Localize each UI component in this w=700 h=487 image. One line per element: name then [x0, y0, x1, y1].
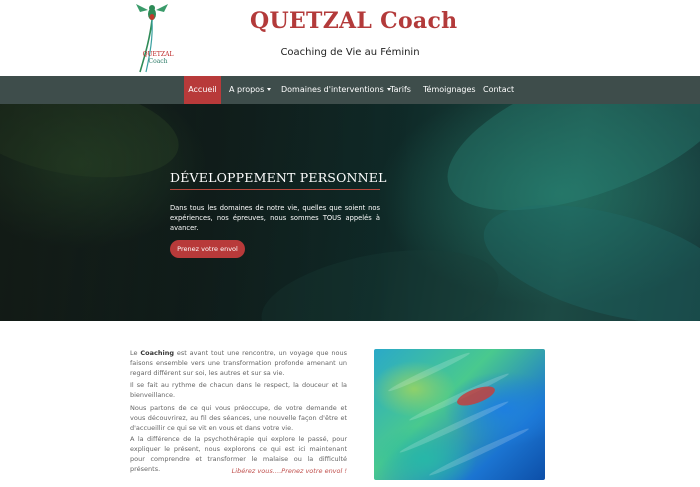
intro-p1-prefix: Le [130, 349, 141, 357]
nav-item-tarifs[interactable]: Tarifs [389, 76, 412, 104]
site-tagline: Coaching de Vie au Féminin [280, 47, 420, 58]
nav-item-a-propos[interactable]: A propos [229, 76, 272, 104]
intro-paragraph-1: Le Coaching est avant tout une rencontre… [130, 348, 347, 378]
closing-quote: Libérez vous….Prenez votre envol ! [231, 467, 347, 475]
prenez-votre-envol-button[interactable]: Prenez votre envol [170, 240, 245, 258]
feather-photo [374, 349, 545, 480]
nav-item-label: Domaines d'interventions [281, 85, 384, 94]
main-nav: Accueil A propos Domaines d'intervention… [0, 76, 700, 104]
nav-item-label: Accueil [188, 85, 217, 94]
logo-text: QUETZAL Coach [140, 51, 176, 65]
nav-item-accueil[interactable]: Accueil [184, 76, 221, 104]
nav-item-label: Témoignages [423, 85, 476, 94]
nav-item-label: Tarifs [390, 85, 411, 94]
intro-paragraph-3: Nous partons de ce qui vous préoccupe, d… [130, 404, 347, 432]
nav-item-label: Contact [483, 85, 515, 94]
logo-line-2: Coach [148, 58, 168, 65]
nav-item-temoignages[interactable]: Témoignages [423, 76, 476, 104]
feather-barb [386, 350, 472, 394]
logo-line-1: QUETZAL [142, 51, 174, 58]
hero-text: Dans tous les domaines de notre vie, que… [170, 204, 380, 232]
intro-paragraph-2: Il se fait au rythme de chacun dans le r… [130, 381, 347, 399]
coaching-keyword: Coaching [140, 349, 174, 357]
hero-title: DÉVELOPPEMENT PERSONNEL [170, 170, 387, 185]
hero-divider [170, 189, 380, 190]
intro-section: Le Coaching est avant tout une rencontre… [0, 321, 700, 487]
nav-item-contact[interactable]: Contact [483, 76, 515, 104]
hero-banner: DÉVELOPPEMENT PERSONNEL Dans tous les do… [0, 104, 700, 321]
site-header: QUETZAL Coach QUETZAL Coach Coaching de … [0, 0, 700, 76]
nav-item-domaines[interactable]: Domaines d'interventions [281, 76, 391, 104]
nav-item-label: A propos [229, 85, 265, 94]
site-title[interactable]: QUETZAL Coach [250, 8, 457, 34]
chevron-down-icon [267, 88, 272, 91]
